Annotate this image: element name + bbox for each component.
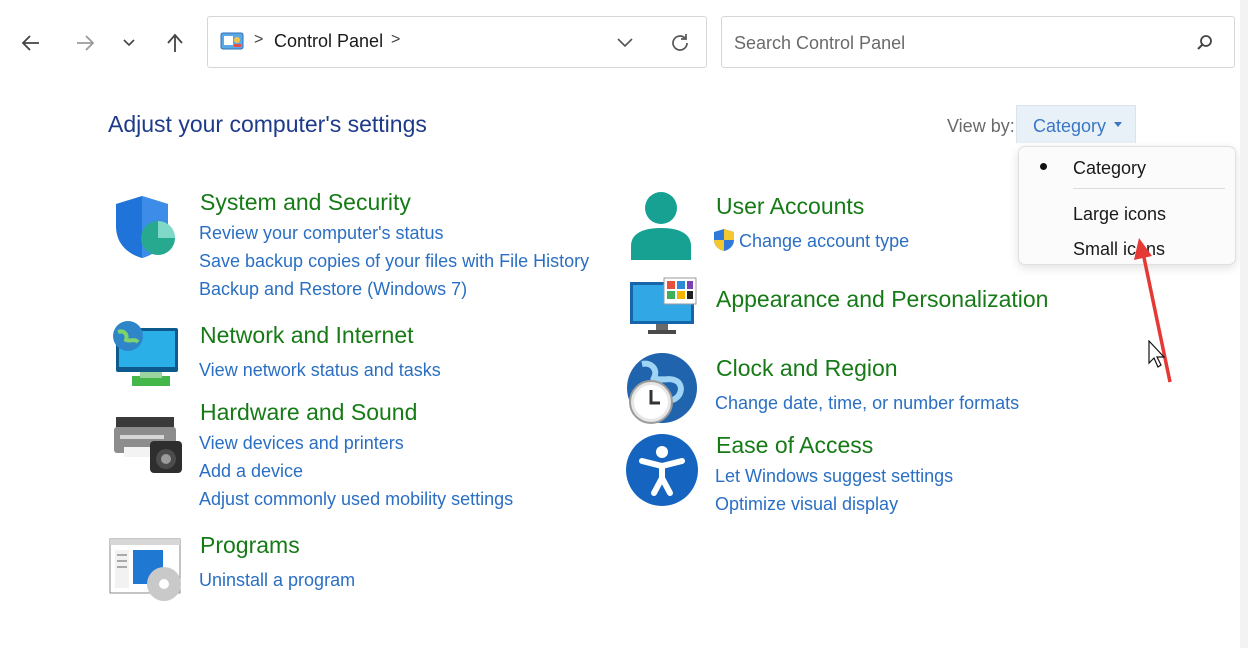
link-change-account-type[interactable]: Change account type [739, 231, 909, 252]
accessibility-icon [626, 434, 698, 506]
link-optimize-visual-display[interactable]: Optimize visual display [715, 494, 898, 515]
programs-icon [109, 538, 181, 601]
back-arrow-icon [21, 35, 39, 51]
shield-icon [116, 196, 175, 258]
page-title: Adjust your computer's settings [108, 111, 427, 137]
view-by-dropdown[interactable]: Category [1016, 105, 1136, 143]
menu-divider [1073, 188, 1225, 189]
link-uninstall-program[interactable]: Uninstall a program [199, 570, 355, 591]
menu-item-large-icons[interactable]: Large icons [1073, 204, 1166, 225]
menu-item-category[interactable]: Category [1073, 158, 1146, 179]
caret-down-icon [1114, 121, 1123, 127]
uac-shield-icon [714, 229, 734, 251]
breadcrumb-separator: > [254, 31, 264, 48]
breadcrumb-control-panel[interactable]: Control Panel [274, 31, 383, 52]
search-box[interactable] [721, 16, 1235, 68]
category-title-appearance[interactable]: Appearance and Personalization [716, 286, 1048, 313]
control-panel-icon [220, 32, 244, 50]
mouse-cursor-icon [1148, 340, 1166, 368]
category-title-hardware-sound[interactable]: Hardware and Sound [200, 399, 417, 426]
link-add-device[interactable]: Add a device [199, 461, 303, 482]
address-bar[interactable]: > Control Panel > [207, 16, 707, 68]
selected-bullet-icon [1040, 163, 1047, 170]
clock-globe-icon [627, 353, 697, 424]
view-by-label: View by: [947, 116, 1015, 136]
link-mobility-settings[interactable]: Adjust commonly used mobility settings [199, 489, 513, 510]
user-icon [631, 192, 691, 260]
category-title-ease-of-access[interactable]: Ease of Access [716, 432, 873, 459]
link-change-date-time[interactable]: Change date, time, or number formats [715, 393, 1019, 414]
address-dropdown-icon[interactable] [616, 37, 634, 49]
network-icon [113, 321, 178, 386]
back-button[interactable] [14, 26, 48, 60]
search-icon[interactable] [1196, 34, 1214, 52]
vertical-scrollbar[interactable] [1240, 0, 1248, 648]
search-input[interactable] [732, 29, 1176, 57]
forward-button[interactable] [68, 26, 102, 60]
category-title-network-internet[interactable]: Network and Internet [200, 322, 414, 349]
link-review-status[interactable]: Review your computer's status [199, 223, 444, 244]
link-backup-restore[interactable]: Backup and Restore (Windows 7) [199, 279, 467, 300]
view-by-value: Category [1033, 116, 1107, 136]
refresh-icon[interactable] [668, 31, 692, 55]
recent-locations-button[interactable] [112, 26, 146, 60]
category-title-clock-region[interactable]: Clock and Region [716, 355, 898, 382]
link-devices-printers[interactable]: View devices and printers [199, 433, 404, 454]
link-file-history[interactable]: Save backup copies of your files with Fi… [199, 251, 589, 272]
breadcrumb-separator-end[interactable]: > [391, 31, 400, 49]
monitor-icon [630, 277, 697, 334]
chevron-down-icon [123, 39, 135, 47]
link-windows-suggest-settings[interactable]: Let Windows suggest settings [715, 466, 953, 487]
printer-icon [114, 417, 182, 473]
forward-arrow-icon [77, 35, 95, 51]
category-title-user-accounts[interactable]: User Accounts [716, 193, 864, 220]
view-by-menu: Category Large icons Small icons [1018, 146, 1236, 265]
category-title-system-security[interactable]: System and Security [200, 189, 411, 216]
up-arrow-icon [167, 33, 183, 52]
category-title-programs[interactable]: Programs [200, 532, 300, 559]
up-button[interactable] [158, 26, 192, 60]
link-network-status[interactable]: View network status and tasks [199, 360, 441, 381]
